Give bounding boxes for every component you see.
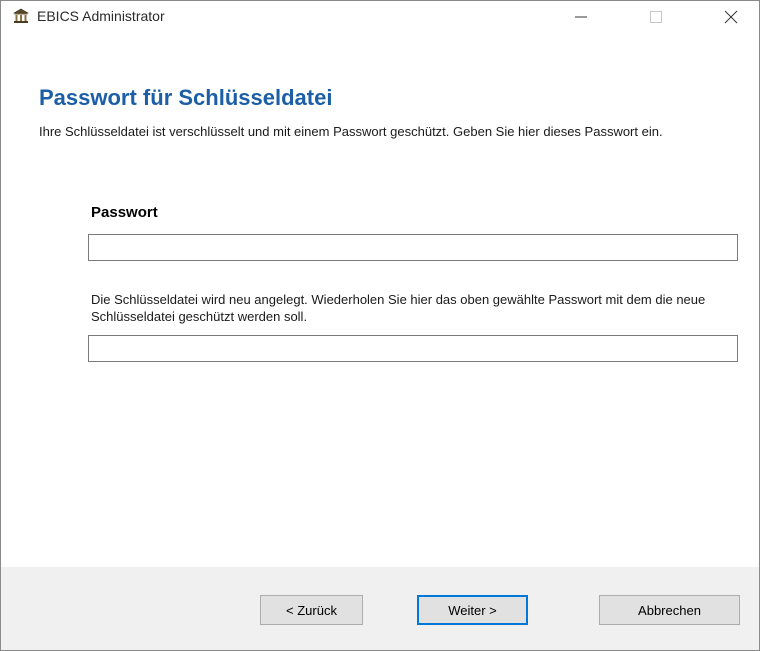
back-button[interactable]: < Zurück: [260, 595, 363, 625]
title-bar[interactable]: EBICS Administrator: [1, 1, 759, 31]
close-button[interactable]: [708, 1, 754, 31]
next-button[interactable]: Weiter >: [417, 595, 528, 625]
page-title: Passwort für Schlüsseldatei: [39, 85, 333, 110]
password-input[interactable]: [88, 234, 738, 261]
repeat-password-input[interactable]: [88, 335, 738, 362]
intro-text: Ihre Schlüsseldatei ist verschlüsselt un…: [39, 124, 663, 139]
dialog-window: EBICS Administrator Passwort für Schlüss…: [0, 0, 760, 651]
window-title: EBICS Administrator: [37, 8, 165, 24]
minimize-icon: [575, 16, 587, 18]
minimize-button[interactable]: [558, 1, 604, 31]
repeat-password-text: Die Schlüsseldatei wird neu angelegt. Wi…: [91, 292, 706, 324]
cancel-button[interactable]: Abbrechen: [599, 595, 740, 625]
bank-building-icon: [12, 8, 30, 24]
maximize-button[interactable]: [633, 1, 679, 31]
close-icon: [724, 10, 738, 24]
maximize-icon: [650, 11, 662, 23]
password-label: Passwort: [91, 204, 158, 221]
